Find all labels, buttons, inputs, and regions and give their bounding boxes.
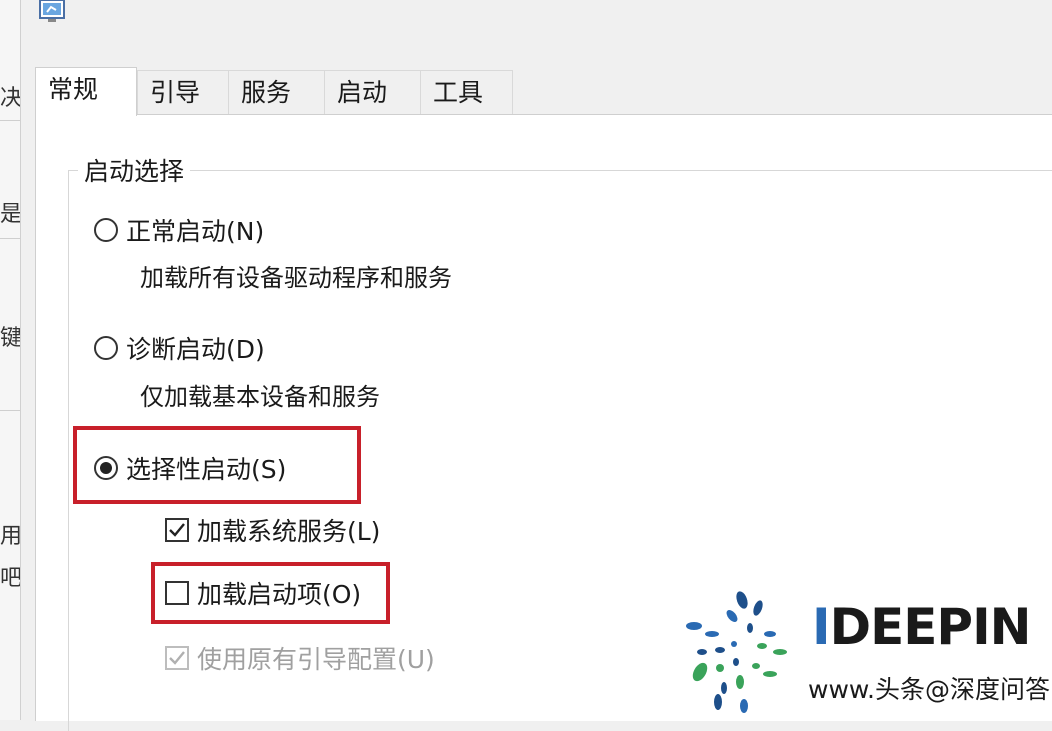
use-original-boot-config-label: 使用原有引导配置(U)	[197, 645, 435, 674]
watermark-brand: IDEEPIN	[812, 598, 1032, 656]
brand-rest: DEEPIN	[829, 598, 1032, 656]
normal-startup-desc: 加载所有设备驱动程序和服务	[140, 264, 452, 292]
bg-divider	[0, 410, 20, 411]
checkmark-icon	[169, 523, 185, 537]
spiral-logo-icon	[686, 591, 787, 713]
group-label: 启动选择	[78, 152, 191, 188]
watermark-caption: www.头条@深度问答	[808, 675, 1050, 704]
radio-button[interactable]	[94, 218, 118, 242]
normal-startup-radio[interactable]: 正常启动(N)	[94, 212, 264, 248]
background-window: 决 是 键 用户 吧。	[0, 0, 21, 720]
bg-text-fragment: 吧。	[0, 566, 20, 591]
bg-text-fragment: 是	[0, 202, 20, 227]
bg-text-fragment: 键	[0, 326, 20, 351]
tab-strip: 常规 引导 服务 启动 工具	[35, 67, 1052, 116]
load-system-services-label: 加载系统服务(L)	[197, 517, 381, 546]
bg-divider	[0, 120, 20, 121]
tab-services[interactable]: 服务	[228, 70, 325, 114]
tab-tools[interactable]: 工具	[420, 70, 513, 114]
tab-startup[interactable]: 启动	[324, 70, 421, 114]
brand-initial: I	[812, 598, 831, 656]
checkbox-checked[interactable]	[165, 518, 189, 542]
checkmark-icon	[169, 651, 185, 665]
normal-startup-label: 正常启动(N)	[126, 217, 265, 246]
tab-general[interactable]: 常规	[35, 67, 137, 116]
diagnostic-startup-radio[interactable]: 诊断启动(D)	[94, 330, 265, 366]
radio-button[interactable]	[94, 336, 118, 360]
use-original-boot-config-checkbox: 使用原有引导配置(U)	[165, 640, 435, 676]
highlight-box-selective	[73, 426, 361, 504]
tab-boot[interactable]: 引导	[137, 70, 233, 114]
highlight-box-startup-items	[151, 562, 390, 624]
diagnostic-startup-label: 诊断启动(D)	[126, 335, 265, 364]
bg-text-fragment: 决	[0, 86, 20, 111]
load-system-services-checkbox[interactable]: 加载系统服务(L)	[165, 512, 380, 548]
bg-text-fragment: 用户	[0, 524, 20, 549]
checkbox-checked-disabled	[165, 646, 189, 670]
bg-divider	[0, 238, 20, 239]
msconfig-icon	[38, 0, 66, 24]
diagnostic-startup-desc: 仅加载基本设备和服务	[140, 383, 380, 411]
